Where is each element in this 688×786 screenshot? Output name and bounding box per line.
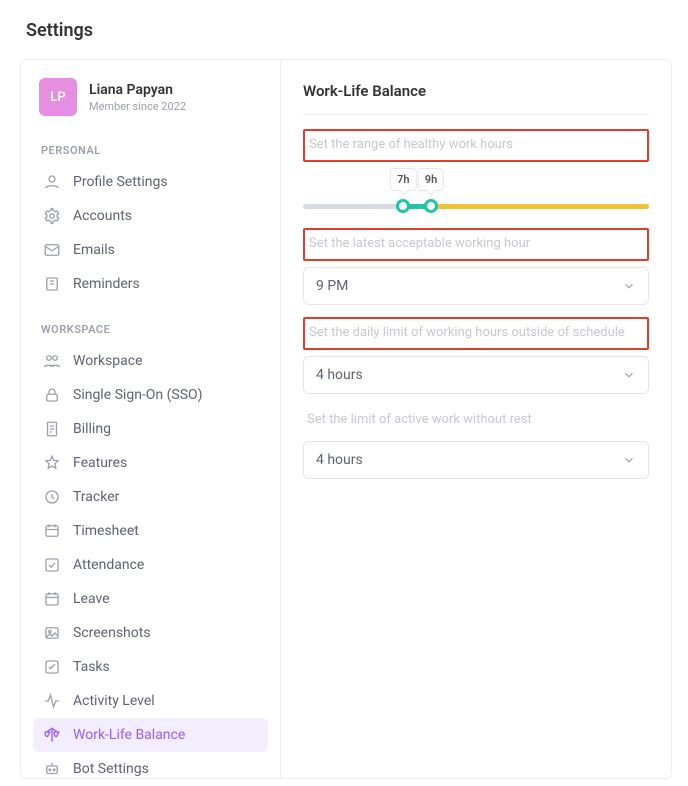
timesheet-icon (43, 522, 61, 540)
mail-icon (43, 241, 61, 259)
clock-icon (43, 488, 61, 506)
task-icon (43, 658, 61, 676)
calendar-icon (43, 590, 61, 608)
hint-range: Set the range of healthy work hours (303, 129, 649, 162)
sidebar-item-label: Bot Settings (73, 761, 149, 777)
team-icon (43, 352, 61, 370)
sidebar-item-features[interactable]: Features (33, 446, 268, 480)
lock-icon (43, 386, 61, 404)
sidebar-item-label: Accounts (73, 208, 132, 224)
page-title: Settings (0, 0, 688, 59)
sidebar-item-accounts[interactable]: Accounts (33, 199, 268, 233)
outside-hours-select[interactable]: 4 hours (303, 356, 649, 394)
chevron-down-icon (622, 368, 636, 382)
profile-block: LP Liana Papyan Member since 2022 (33, 78, 268, 122)
sidebar-item-reminders[interactable]: Reminders (33, 267, 268, 301)
sidebar-item-sso[interactable]: Single Sign-On (SSO) (33, 378, 268, 412)
select-value: 4 hours (316, 367, 363, 383)
section-personal: PERSONAL (33, 122, 268, 165)
sidebar-item-work-life-balance[interactable]: Work-Life Balance (33, 718, 268, 752)
sidebar-item-label: Work-Life Balance (73, 727, 185, 743)
chevron-down-icon (622, 453, 636, 467)
slider-handle-high[interactable] (424, 199, 438, 213)
sidebar-item-label: Screenshots (73, 625, 151, 641)
sidebar-item-screenshots[interactable]: Screenshots (33, 616, 268, 650)
sidebar-item-label: Billing (73, 421, 111, 437)
profile-sub: Member since 2022 (89, 100, 186, 113)
settings-panel: LP Liana Papyan Member since 2022 PERSON… (20, 59, 672, 779)
slider-label-low: 7h (390, 168, 416, 191)
hint-rest: Set the limit of active work without res… (303, 406, 649, 435)
sidebar-item-label: Features (73, 455, 127, 471)
main-content: Work-Life Balance Set the range of healt… (281, 60, 671, 778)
hint-outside: Set the daily limit of working hours out… (303, 317, 649, 350)
sidebar-item-label: Tracker (73, 489, 119, 505)
sidebar-item-label: Activity Level (73, 693, 155, 709)
image-icon (43, 624, 61, 642)
hint-latest: Set the latest acceptable working hour (303, 228, 649, 261)
sidebar-item-tasks[interactable]: Tasks (33, 650, 268, 684)
sidebar-item-timesheet[interactable]: Timesheet (33, 514, 268, 548)
sidebar-item-profile-settings[interactable]: Profile Settings (33, 165, 268, 199)
avatar: LP (39, 78, 77, 116)
sidebar-item-label: Single Sign-On (SSO) (73, 387, 203, 403)
receipt-icon (43, 420, 61, 438)
healthy-hours-slider[interactable]: 7h 9h (303, 168, 649, 218)
sidebar-item-label: Attendance (73, 557, 144, 573)
select-value: 9 PM (316, 278, 348, 294)
chevron-down-icon (622, 279, 636, 293)
latest-hour-select[interactable]: 9 PM (303, 267, 649, 305)
slider-label-high: 9h (418, 168, 444, 191)
sidebar-item-leave[interactable]: Leave (33, 582, 268, 616)
activity-icon (43, 692, 61, 710)
rest-limit-select[interactable]: 4 hours (303, 441, 649, 479)
sidebar-item-label: Leave (73, 591, 110, 607)
check-icon (43, 556, 61, 574)
balance-icon (43, 726, 61, 744)
sidebar-item-attendance[interactable]: Attendance (33, 548, 268, 582)
sidebar-item-tracker[interactable]: Tracker (33, 480, 268, 514)
sidebar-item-label: Profile Settings (73, 174, 168, 190)
sidebar: LP Liana Papyan Member since 2022 PERSON… (21, 60, 281, 778)
star-icon (43, 454, 61, 472)
slider-handle-low[interactable] (396, 199, 410, 213)
bell-icon (43, 275, 61, 293)
bot-icon (43, 760, 61, 778)
sidebar-item-workspace[interactable]: Workspace (33, 344, 268, 378)
sidebar-item-label: Emails (73, 242, 115, 258)
sidebar-item-label: Timesheet (73, 523, 139, 539)
sidebar-item-emails[interactable]: Emails (33, 233, 268, 267)
user-icon (43, 173, 61, 191)
sidebar-item-label: Workspace (73, 353, 143, 369)
sidebar-item-activity[interactable]: Activity Level (33, 684, 268, 718)
sidebar-item-bot-settings[interactable]: Bot Settings (33, 752, 268, 778)
gear-icon (43, 207, 61, 225)
slider-track (303, 204, 649, 209)
sidebar-item-label: Tasks (73, 659, 110, 675)
profile-name: Liana Papyan (89, 82, 186, 98)
sidebar-item-label: Reminders (73, 276, 140, 292)
main-title: Work-Life Balance (303, 82, 649, 115)
sidebar-item-billing[interactable]: Billing (33, 412, 268, 446)
section-workspace: WORKSPACE (33, 301, 268, 344)
select-value: 4 hours (316, 452, 363, 468)
